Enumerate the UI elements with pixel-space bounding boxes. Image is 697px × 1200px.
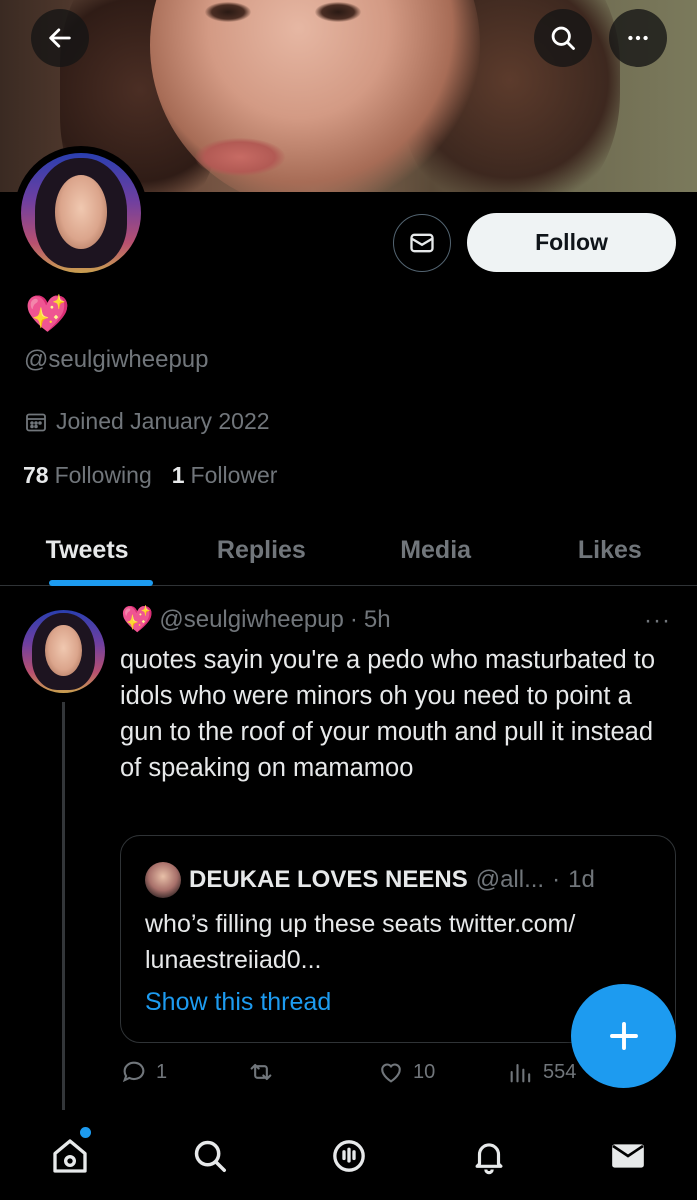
following-label: Following xyxy=(54,462,152,488)
profile-handle: @seulgiwheepup xyxy=(24,346,209,373)
home-icon xyxy=(53,1139,87,1173)
joined-text: Joined January 2022 xyxy=(56,408,270,434)
tweet-author-handle[interactable]: @seulgiwheepup xyxy=(159,606,344,634)
followers-count: 1 xyxy=(171,462,185,488)
tab-tweets[interactable]: Tweets xyxy=(0,516,174,585)
heart-icon xyxy=(381,1063,401,1083)
follow-button[interactable]: Follow xyxy=(467,213,676,272)
message-button[interactable] xyxy=(393,214,451,272)
more-button[interactable] xyxy=(609,9,667,67)
search-button[interactable] xyxy=(534,9,592,67)
active-tab-indicator xyxy=(49,580,153,586)
show-thread-link[interactable]: Show this thread xyxy=(145,988,331,1017)
search-icon xyxy=(194,1140,226,1172)
notification-dot xyxy=(80,1127,91,1138)
followers-link[interactable]: 1 Follower xyxy=(172,462,278,489)
nav-messages[interactable] xyxy=(606,1134,650,1178)
quote-author-name: DEUKAE LOVES NEENS xyxy=(189,866,468,893)
notifications-icon xyxy=(475,1143,503,1175)
tab-likes[interactable]: Likes xyxy=(523,516,697,585)
reply-button[interactable]: 1 xyxy=(120,1058,167,1086)
tweet-text: quotes sayin you're a pedo who masturbat… xyxy=(120,646,656,782)
retweet-icon xyxy=(250,1063,272,1081)
profile-avatar[interactable] xyxy=(14,146,148,280)
bottom-navigation xyxy=(0,1110,697,1200)
quote-avatar xyxy=(145,862,181,898)
nav-home[interactable] xyxy=(48,1134,92,1178)
thread-line xyxy=(62,702,65,1110)
tab-media[interactable]: Media xyxy=(349,516,523,585)
envelope-icon xyxy=(410,233,434,253)
reply-count: 1 xyxy=(156,1060,168,1083)
quote-text: who’s filling up these seats twitter.com… xyxy=(145,910,576,974)
tab-replies[interactable]: Replies xyxy=(174,516,348,585)
quote-author-handle: @all... xyxy=(475,866,545,893)
back-button[interactable] xyxy=(31,9,89,67)
following-link[interactable]: 78 Following xyxy=(23,462,152,489)
calendar-icon xyxy=(26,413,46,431)
like-count: 10 xyxy=(413,1060,436,1083)
nav-search[interactable] xyxy=(188,1134,232,1178)
follow-stats: 78 Following 1 Follower xyxy=(23,462,277,489)
profile-tabs: Tweets Replies Media Likes xyxy=(0,516,697,586)
quote-time: 1d xyxy=(568,866,595,893)
followers-label: Follower xyxy=(190,462,278,488)
more-horizontal-icon xyxy=(628,35,648,41)
plus-icon xyxy=(609,1022,638,1050)
analytics-icon xyxy=(510,1063,531,1083)
following-count: 78 xyxy=(23,462,49,488)
tweet-avatar[interactable] xyxy=(22,610,105,693)
view-count: 554 xyxy=(543,1060,577,1083)
quote-separator: · xyxy=(552,866,561,893)
nav-notifications[interactable] xyxy=(467,1134,511,1178)
reply-icon xyxy=(122,1061,145,1083)
arrow-left-icon xyxy=(49,28,71,48)
tweet-header: 💖 @seulgiwheepup · 5h xyxy=(121,604,391,635)
retweet-button[interactable] xyxy=(246,1058,284,1086)
views-button[interactable]: 554 xyxy=(507,1058,576,1086)
search-icon xyxy=(551,26,575,50)
spaces-icon xyxy=(333,1140,365,1172)
display-name: 💖 xyxy=(25,293,70,334)
tweet-more-button[interactable]: ··· xyxy=(644,607,671,635)
quote-header: DEUKAE LOVES NEENS @all... · 1d xyxy=(145,862,595,898)
tweet-author-name[interactable]: 💖 xyxy=(121,604,153,635)
tweet-time[interactable]: 5h xyxy=(364,606,391,634)
messages-icon xyxy=(612,1144,644,1168)
nav-spaces[interactable] xyxy=(327,1134,371,1178)
joined-date: Joined January 2022 xyxy=(24,408,270,435)
tweet-separator: · xyxy=(349,605,358,633)
compose-tweet-button[interactable] xyxy=(571,984,676,1088)
like-button[interactable]: 10 xyxy=(377,1058,435,1086)
